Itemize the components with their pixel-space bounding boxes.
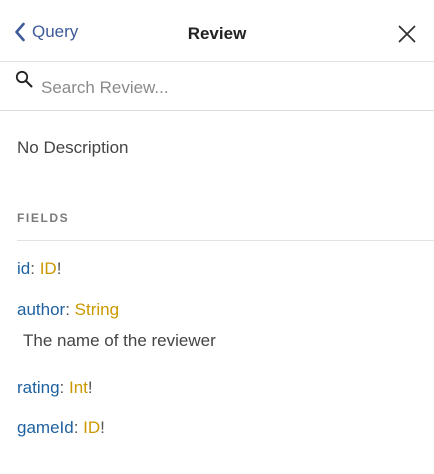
search-icon [15,70,33,93]
close-icon [398,25,416,47]
field-colon: : [65,300,75,319]
field-type[interactable]: String [75,300,119,319]
section-divider [17,240,434,241]
search-input[interactable] [41,76,411,100]
non-null-marker: ! [87,378,93,397]
close-button[interactable] [398,25,416,43]
field-name[interactable]: gameId [17,418,74,437]
field-description: The name of the reviewer [23,331,216,350]
field-row-id: id: ID! [17,259,61,279]
type-description: No Description [17,138,129,157]
field-colon: : [30,259,40,278]
fields-section-title: FIELDS [17,211,70,225]
doc-explorer-header: Query Review [0,0,434,62]
non-null-marker: ! [100,418,105,437]
page-title: Review [187,24,247,43]
field-name[interactable]: rating [17,378,60,397]
field-name[interactable]: id [17,259,30,278]
field-colon: : [73,418,84,437]
doc-explorer-panel: Query Review No Description FIELDS id: I… [0,0,434,474]
field-type[interactable]: Int [69,378,88,397]
field-row-rating: rating: Int! [17,378,93,398]
field-row-gameid: gameId: ID! [17,418,105,438]
field-type[interactable]: ID [40,259,57,278]
field-colon: : [59,378,69,397]
search-bar [0,62,434,111]
field-name[interactable]: author [17,300,65,319]
field-row-author: author: String [17,300,119,320]
field-type[interactable]: ID [83,418,100,437]
non-null-marker: ! [56,259,62,278]
